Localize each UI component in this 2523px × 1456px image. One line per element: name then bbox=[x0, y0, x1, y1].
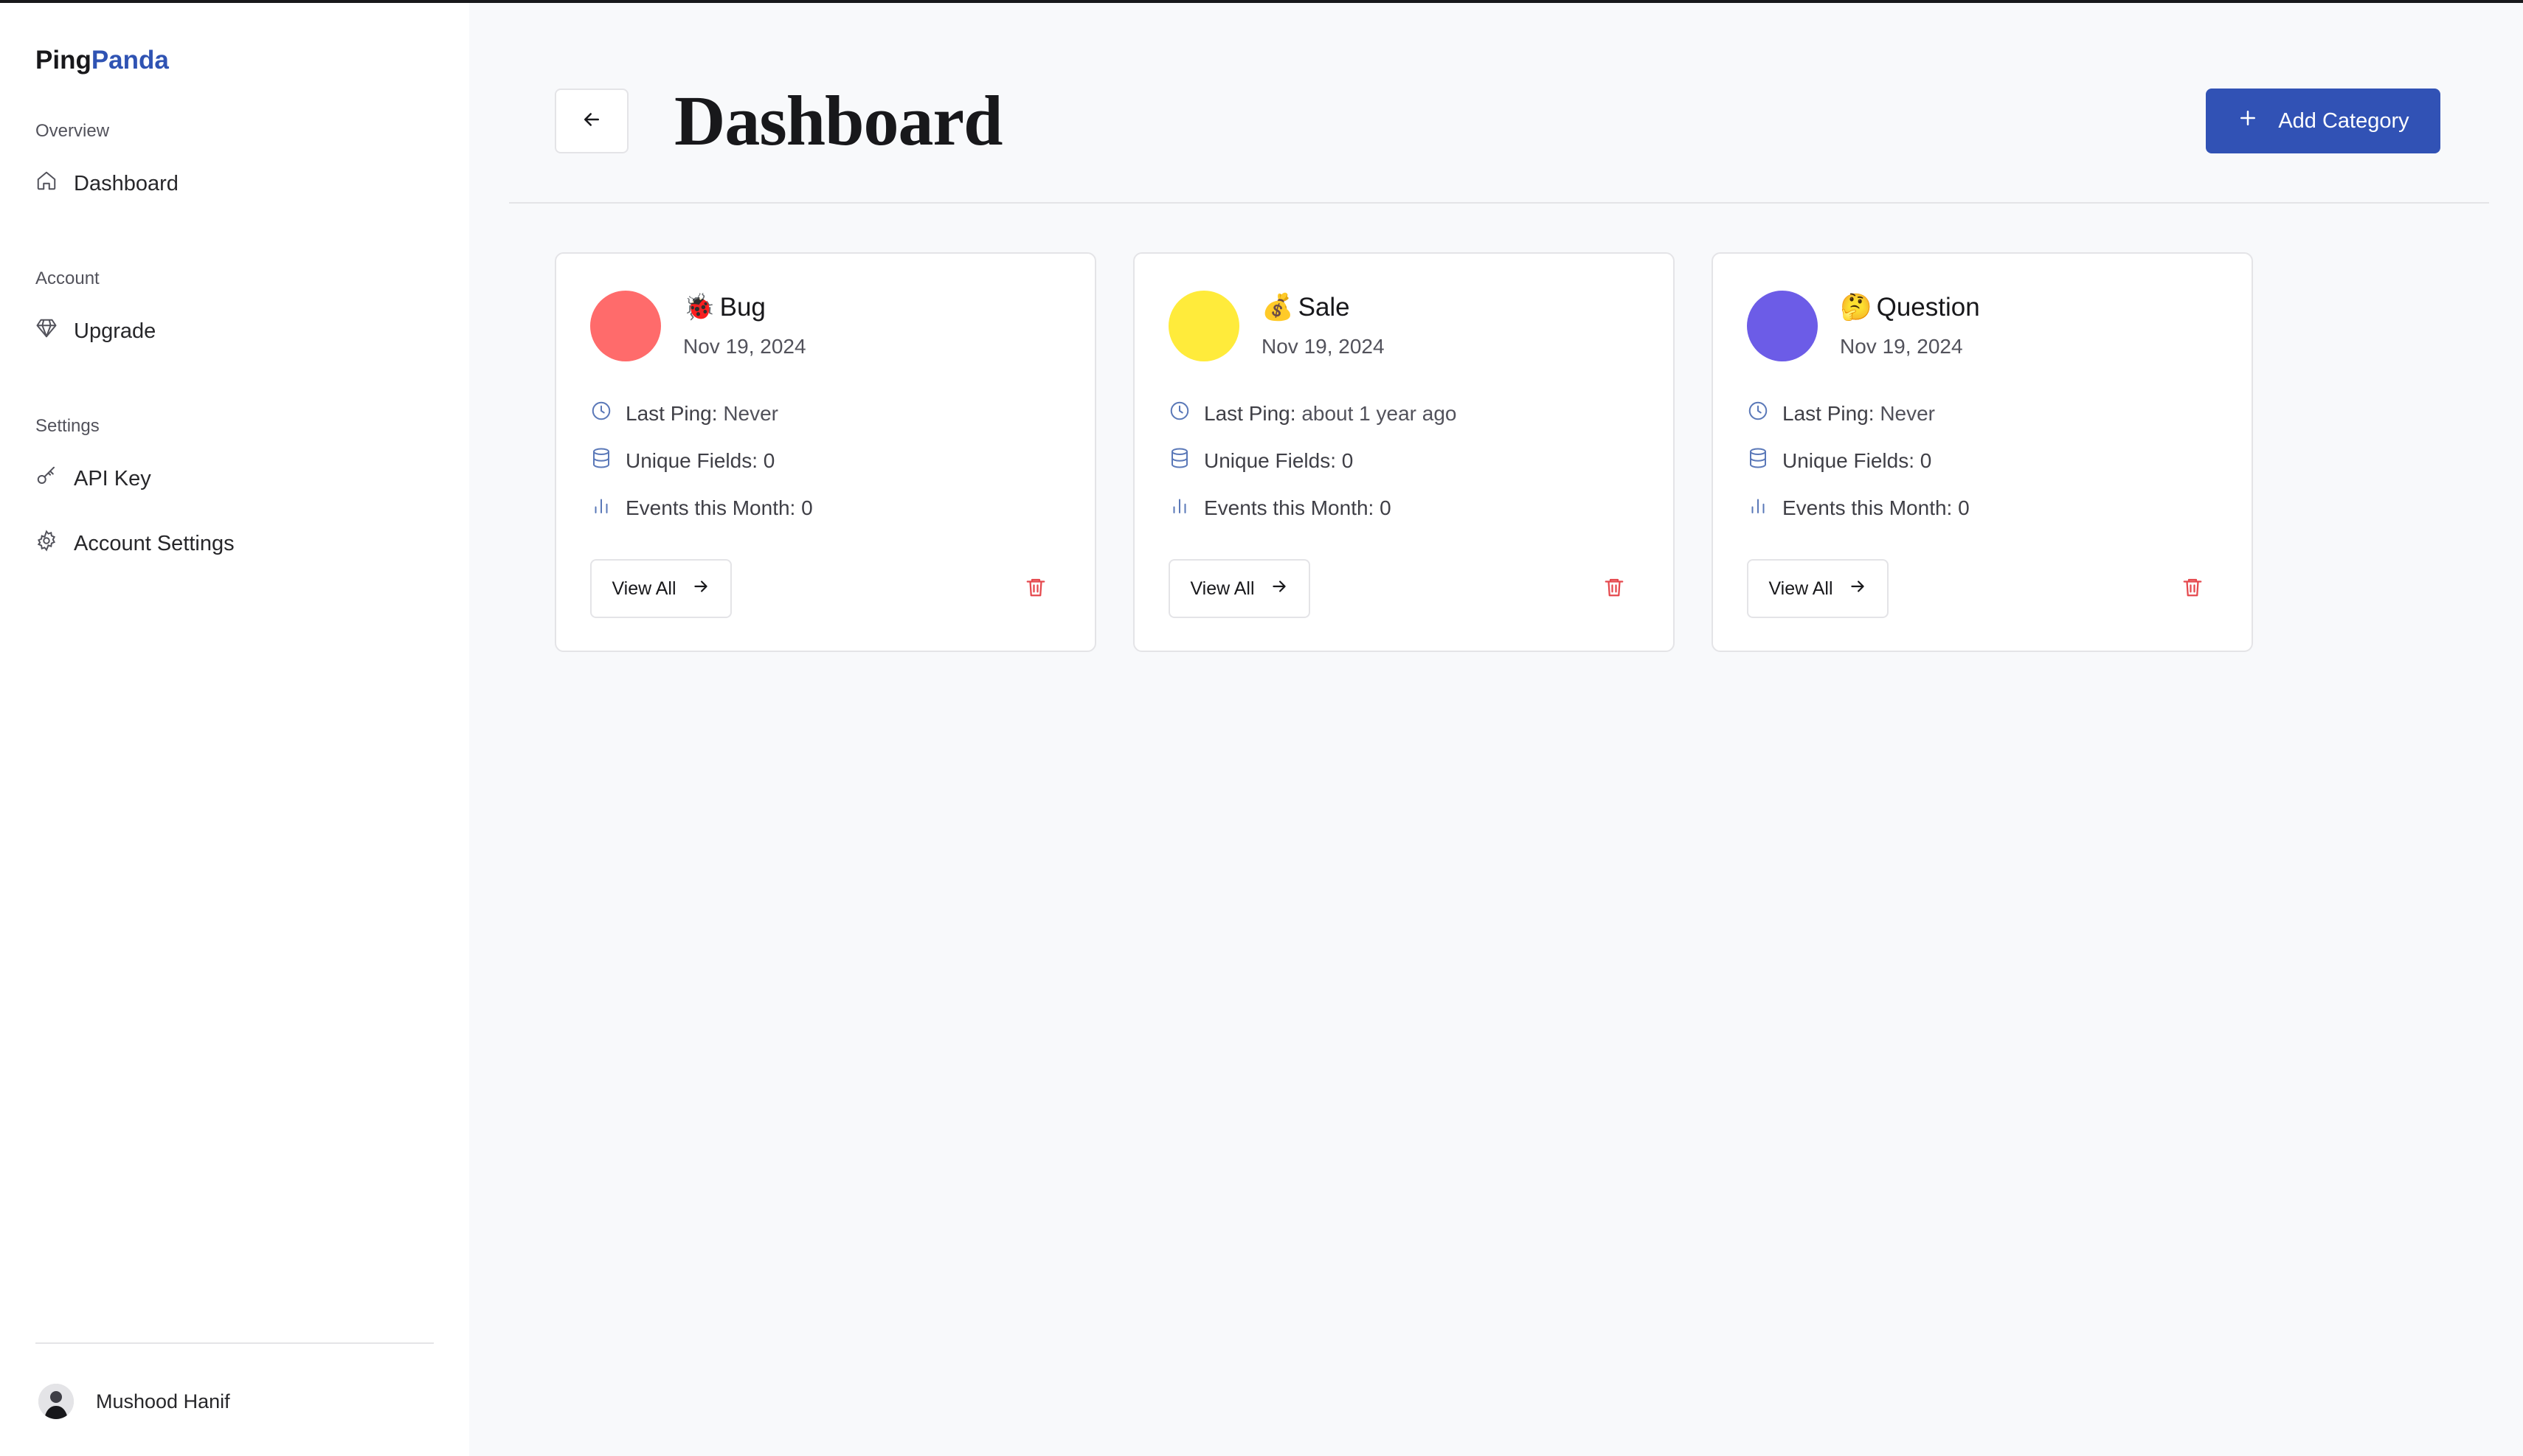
plus-icon bbox=[2237, 107, 2259, 135]
brand-logo[interactable]: PingPanda bbox=[35, 46, 169, 75]
view-all-button[interactable]: View All bbox=[1747, 559, 1889, 618]
home-icon bbox=[35, 170, 58, 198]
delete-category-button[interactable] bbox=[2178, 574, 2207, 603]
stat-value: 0 bbox=[1341, 448, 1354, 472]
gear-icon bbox=[35, 530, 58, 558]
arrow-right-icon bbox=[1848, 577, 1867, 601]
clock-icon bbox=[590, 400, 612, 427]
back-button[interactable] bbox=[555, 89, 629, 153]
category-color-dot bbox=[590, 291, 661, 361]
gem-icon bbox=[35, 317, 58, 345]
view-all-button[interactable]: View All bbox=[590, 559, 732, 618]
clock-icon bbox=[1169, 400, 1191, 427]
stat-unique-fields: Unique Fields: 0 bbox=[590, 447, 775, 474]
arrow-right-icon bbox=[1270, 577, 1289, 601]
stat-value: 0 bbox=[1958, 496, 1970, 519]
avatar bbox=[38, 1384, 74, 1419]
delete-category-button[interactable] bbox=[1021, 574, 1051, 603]
stat-label: Unique Fields: bbox=[626, 448, 758, 472]
category-color-dot bbox=[1169, 291, 1239, 361]
sidebar-divider bbox=[35, 1342, 434, 1344]
stat-label: Events this Month: bbox=[626, 496, 796, 519]
stat-value: about 1 year ago bbox=[1301, 401, 1457, 425]
category-card: 🤔 Question Nov 19, 2024 Last Ping: Never… bbox=[1712, 252, 2253, 652]
category-title: 🐞 Bug bbox=[683, 292, 766, 322]
stat-label: Last Ping: bbox=[626, 401, 718, 425]
user-name: Mushood Hanif bbox=[96, 1390, 230, 1412]
sidebar-item-api-key[interactable]: API Key bbox=[35, 465, 151, 493]
category-emoji: 🤔 bbox=[1840, 293, 1872, 322]
view-all-label: View All bbox=[612, 578, 676, 599]
delete-category-button[interactable] bbox=[1599, 574, 1629, 603]
add-category-button[interactable]: Add Category bbox=[2206, 89, 2440, 153]
stat-value: 0 bbox=[1920, 448, 1932, 472]
stat-label: Unique Fields: bbox=[1782, 448, 1914, 472]
stat-value: Never bbox=[723, 401, 779, 425]
category-card: 🐞 Bug Nov 19, 2024 Last Ping: Never Uniq… bbox=[555, 252, 1096, 652]
database-icon bbox=[590, 447, 612, 474]
bar-chart-icon bbox=[1747, 494, 1769, 521]
sidebar-item-dashboard[interactable]: Dashboard bbox=[35, 170, 179, 198]
category-emoji: 💰 bbox=[1262, 293, 1294, 322]
brand-name-part2: Panda bbox=[91, 46, 169, 74]
key-icon bbox=[35, 465, 58, 493]
database-icon bbox=[1169, 447, 1191, 474]
user-profile[interactable]: Mushood Hanif bbox=[38, 1384, 230, 1419]
category-date: Nov 19, 2024 bbox=[1840, 335, 1963, 358]
stat-label: Last Ping: bbox=[1782, 401, 1875, 425]
stat-value: Never bbox=[1880, 401, 1936, 425]
category-name: Bug bbox=[719, 292, 766, 322]
category-color-dot bbox=[1747, 291, 1818, 361]
category-title: 💰 Sale bbox=[1262, 292, 1350, 322]
stat-last-ping: Last Ping: about 1 year ago bbox=[1169, 400, 1456, 427]
stat-value: 0 bbox=[1380, 496, 1391, 519]
sidebar-item-label: API Key bbox=[74, 466, 151, 490]
stat-events-month: Events this Month: 0 bbox=[1169, 494, 1391, 521]
stat-label: Unique Fields: bbox=[1204, 448, 1336, 472]
stat-label: Last Ping: bbox=[1204, 401, 1296, 425]
bar-chart-icon bbox=[1169, 494, 1191, 521]
sidebar-item-label: Account Settings bbox=[74, 531, 235, 555]
arrow-right-icon bbox=[691, 577, 710, 601]
view-all-label: View All bbox=[1768, 578, 1833, 599]
stat-unique-fields: Unique Fields: 0 bbox=[1169, 447, 1353, 474]
category-date: Nov 19, 2024 bbox=[683, 335, 806, 358]
stat-events-month: Events this Month: 0 bbox=[590, 494, 813, 521]
sidebar-item-label: Upgrade bbox=[74, 319, 156, 343]
stat-value: 0 bbox=[763, 448, 775, 472]
sidebar-item-upgrade[interactable]: Upgrade bbox=[35, 317, 156, 345]
category-title: 🤔 Question bbox=[1840, 292, 1980, 322]
stat-label: Events this Month: bbox=[1204, 496, 1374, 519]
bar-chart-icon bbox=[590, 494, 612, 521]
stat-last-ping: Last Ping: Never bbox=[1747, 400, 1935, 427]
section-overview-title: Overview bbox=[35, 121, 110, 141]
sidebar-item-account-settings[interactable]: Account Settings bbox=[35, 530, 235, 558]
view-all-button[interactable]: View All bbox=[1169, 559, 1310, 618]
category-emoji: 🐞 bbox=[683, 293, 716, 322]
stat-events-month: Events this Month: 0 bbox=[1747, 494, 1970, 521]
view-all-label: View All bbox=[1190, 578, 1255, 599]
trash-icon bbox=[1603, 576, 1625, 602]
clock-icon bbox=[1747, 400, 1769, 427]
page-title: Dashboard bbox=[674, 81, 1003, 160]
trash-icon bbox=[1025, 576, 1047, 602]
sidebar: PingPanda Overview Dashboard Account Upg… bbox=[0, 3, 469, 1456]
database-icon bbox=[1747, 447, 1769, 474]
stat-value: 0 bbox=[801, 496, 813, 519]
category-date: Nov 19, 2024 bbox=[1262, 335, 1385, 358]
stat-label: Events this Month: bbox=[1782, 496, 1953, 519]
sidebar-item-label: Dashboard bbox=[74, 171, 179, 195]
arrow-left-icon bbox=[581, 108, 603, 134]
section-settings-title: Settings bbox=[35, 416, 100, 436]
header-divider bbox=[509, 202, 2489, 204]
brand-name-part1: Ping bbox=[35, 46, 91, 74]
category-name: Question bbox=[1876, 292, 1980, 322]
section-account-title: Account bbox=[35, 268, 100, 288]
category-name: Sale bbox=[1298, 292, 1350, 322]
trash-icon bbox=[2181, 576, 2204, 602]
category-card: 💰 Sale Nov 19, 2024 Last Ping: about 1 y… bbox=[1133, 252, 1675, 652]
stat-unique-fields: Unique Fields: 0 bbox=[1747, 447, 1931, 474]
stat-last-ping: Last Ping: Never bbox=[590, 400, 778, 427]
add-category-label: Add Category bbox=[2278, 108, 2409, 133]
